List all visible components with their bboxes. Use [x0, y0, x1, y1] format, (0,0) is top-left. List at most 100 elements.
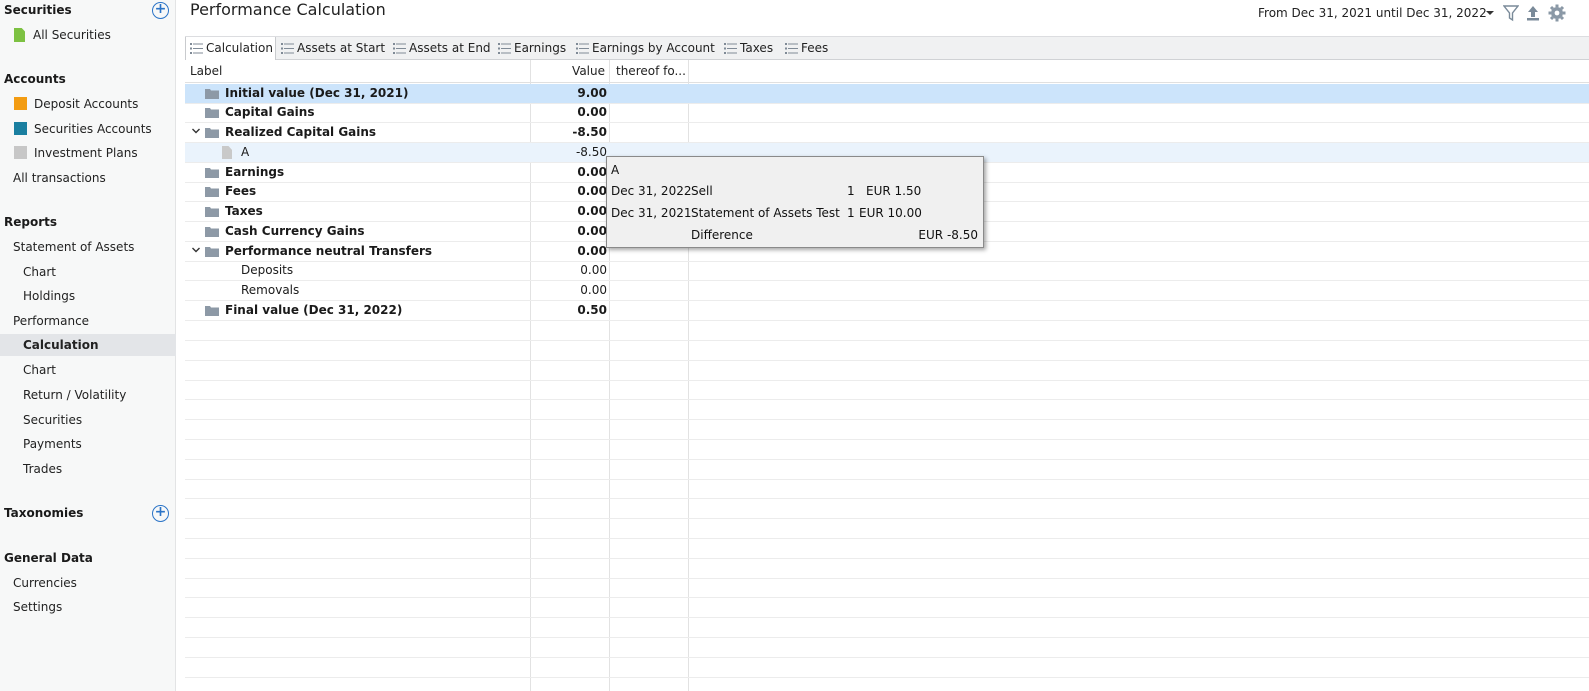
- folder-icon: [205, 128, 219, 138]
- transaction-tooltip: A Dec 31, 2022 Sell 1 EUR 1.50 Dec 31, 2…: [606, 156, 984, 248]
- investment-plan-icon: [14, 146, 27, 159]
- tab-earnings-by-account[interactable]: Earnings by Account: [572, 37, 715, 60]
- tooltip-amount: EUR 10.00: [859, 206, 922, 220]
- general-data-heading: General Data: [4, 551, 93, 565]
- gear-icon[interactable]: [1548, 4, 1566, 22]
- accounts-heading: Accounts: [4, 72, 66, 86]
- tooltip-desc: Sell: [691, 184, 713, 198]
- empty-table-row: [185, 341, 1589, 361]
- sidebar-item-performance[interactable]: Performance: [13, 310, 89, 332]
- empty-table-row: [185, 460, 1589, 480]
- filter-icon[interactable]: [1503, 4, 1519, 22]
- sidebar-item-return-volatility[interactable]: Return / Volatility: [23, 384, 126, 406]
- page-title: Performance Calculation: [190, 0, 386, 19]
- reports-heading: Reports: [4, 215, 58, 229]
- table-row[interactable]: Removals 0.00: [185, 281, 1589, 301]
- sidebar-item-calculation[interactable]: Calculation: [0, 334, 176, 356]
- empty-table-row: [185, 321, 1589, 341]
- chevron-down-icon[interactable]: [1484, 8, 1496, 18]
- list-icon: [785, 43, 798, 54]
- document-icon: [14, 28, 25, 42]
- sidebar-item-all-securities[interactable]: All Securities: [14, 24, 111, 46]
- sidebar-item-settings[interactable]: Settings: [13, 596, 62, 618]
- list-icon: [724, 43, 737, 54]
- chevron-down-icon[interactable]: [191, 245, 201, 255]
- tab-bar: Calculation Assets at Start Assets at En…: [185, 36, 1589, 60]
- list-icon: [281, 43, 294, 54]
- taxonomies-heading: Taxonomies: [4, 506, 84, 520]
- sidebar-item-securities-report[interactable]: Securities: [23, 409, 82, 431]
- tooltip-date: Dec 31, 2022: [611, 184, 692, 198]
- folder-icon: [205, 247, 219, 257]
- tooltip-qty: 1: [847, 206, 855, 220]
- tab-taxes[interactable]: Taxes: [720, 37, 773, 60]
- tooltip-desc: Statement of Assets Test S: [691, 206, 843, 220]
- folder-icon: [205, 227, 219, 237]
- document-icon: [222, 146, 232, 159]
- empty-table-row: [185, 677, 1589, 691]
- tooltip-difference-label: Difference: [691, 228, 753, 242]
- list-icon: [498, 43, 511, 54]
- empty-table-row: [185, 420, 1589, 440]
- empty-table-row: [185, 440, 1589, 460]
- empty-table-row: [185, 499, 1589, 520]
- folder-icon: [205, 168, 219, 178]
- chevron-down-icon[interactable]: [191, 126, 201, 136]
- sidebar-item-holdings[interactable]: Holdings: [23, 285, 75, 307]
- folder-icon: [205, 207, 219, 217]
- securities-account-icon: [14, 122, 27, 135]
- sidebar-item-securities-accounts[interactable]: Securities Accounts: [14, 118, 152, 140]
- list-icon: [393, 43, 406, 54]
- tab-assets-at-end[interactable]: Assets at End: [389, 37, 491, 60]
- tab-assets-at-start[interactable]: Assets at Start: [277, 37, 385, 60]
- folder-icon: [205, 89, 219, 99]
- empty-table-row: [185, 578, 1589, 599]
- sidebar-item-statement-chart[interactable]: Chart: [23, 261, 56, 283]
- sidebar-item-all-transactions[interactable]: All transactions: [13, 167, 106, 189]
- sidebar-item-trades[interactable]: Trades: [23, 458, 62, 480]
- table-row[interactable]: Deposits 0.00: [185, 261, 1589, 281]
- tab-calculation[interactable]: Calculation: [185, 37, 276, 60]
- empty-table-row: [185, 361, 1589, 381]
- table-row[interactable]: Capital Gains 0.00: [185, 103, 1589, 123]
- column-header-thereof[interactable]: thereof fo...: [616, 60, 686, 83]
- tooltip-title: A: [611, 163, 620, 177]
- table-row[interactable]: Realized Capital Gains -8.50: [185, 123, 1589, 143]
- empty-table-row: [185, 638, 1589, 658]
- period-selector[interactable]: From Dec 31, 2021 until Dec 31, 2022: [1258, 6, 1487, 20]
- sidebar-item-payments[interactable]: Payments: [23, 433, 82, 455]
- sidebar-item-statement-of-assets[interactable]: Statement of Assets: [13, 236, 134, 258]
- column-header-value[interactable]: Value: [530, 60, 607, 83]
- column-header-label[interactable]: Label: [190, 60, 530, 83]
- empty-table-row: [185, 380, 1589, 401]
- empty-table-row: [185, 618, 1589, 638]
- sidebar-item-performance-chart[interactable]: Chart: [23, 359, 56, 381]
- empty-table-row: [185, 400, 1589, 421]
- empty-table-row: [185, 658, 1589, 678]
- add-taxonomy-icon[interactable]: +: [152, 505, 169, 522]
- list-icon: [190, 43, 203, 54]
- sidebar-item-investment-plans[interactable]: Investment Plans: [14, 142, 138, 164]
- sidebar: Securities + All Securities Accounts Dep…: [0, 0, 176, 691]
- empty-table-row: [185, 539, 1589, 559]
- add-security-icon[interactable]: +: [152, 2, 169, 19]
- sidebar-item-deposit-accounts[interactable]: Deposit Accounts: [14, 93, 138, 115]
- tooltip-date: Dec 31, 2021: [611, 206, 692, 220]
- empty-table-row: [185, 598, 1589, 619]
- list-icon: [576, 43, 589, 54]
- table-row[interactable]: Final value (Dec 31, 2022) 0.50: [185, 301, 1589, 321]
- folder-icon: [205, 108, 219, 118]
- tooltip-qty: 1: [847, 184, 855, 198]
- sidebar-item-currencies[interactable]: Currencies: [13, 572, 77, 594]
- export-icon[interactable]: [1525, 4, 1541, 22]
- tooltip-difference-value: EUR -8.50: [918, 228, 978, 242]
- calculation-table: Label Value thereof fo... Initial value …: [185, 60, 1589, 691]
- table-row[interactable]: Initial value (Dec 31, 2021) 9.00: [185, 84, 1589, 104]
- tab-fees[interactable]: Fees: [781, 37, 828, 60]
- securities-heading: Securities: [4, 3, 72, 17]
- empty-table-row: [185, 519, 1589, 539]
- deposit-account-icon: [14, 97, 27, 110]
- tab-earnings[interactable]: Earnings: [494, 37, 566, 60]
- tooltip-amount: EUR 1.50: [866, 184, 922, 198]
- folder-icon: [205, 187, 219, 197]
